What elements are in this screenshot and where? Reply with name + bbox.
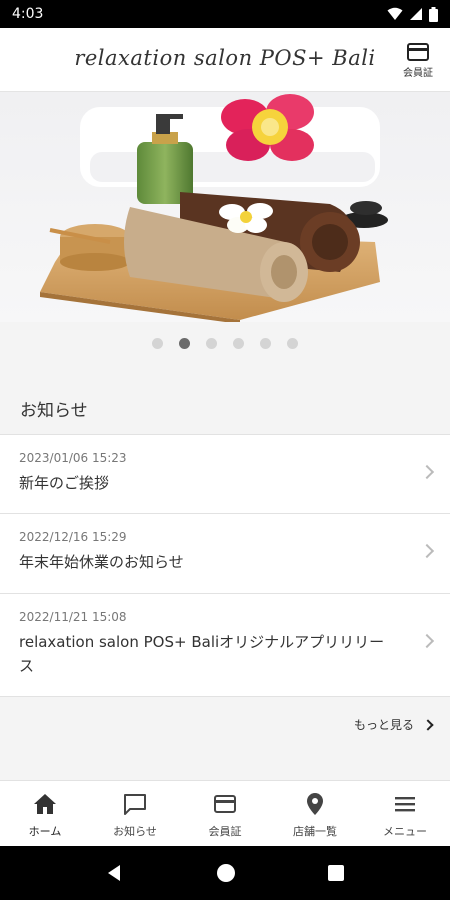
news-date: 2022/12/16 15:29 [19, 530, 127, 544]
system-nav-bar [0, 846, 450, 900]
status-bar: 4:03 [0, 0, 450, 28]
news-item[interactable]: 2023/01/06 15:23 新年のご挨拶 [0, 435, 450, 514]
nav-menu-label: メニュー [383, 825, 427, 838]
more-news-link[interactable]: もっと見る [353, 716, 434, 733]
status-time: 4:03 [12, 6, 44, 22]
recents-icon[interactable] [327, 864, 345, 882]
menu-icon [395, 797, 415, 812]
news-date: 2022/11/21 15:08 [19, 610, 127, 624]
hero-image [0, 92, 450, 322]
chat-icon [124, 794, 146, 815]
home-circle-icon[interactable] [216, 863, 236, 883]
news-date: 2023/01/06 15:23 [19, 451, 127, 465]
chevron-right-icon [419, 464, 435, 480]
bottom-nav: ホーム お知らせ 会員証 店舗一覧 メニュー [0, 780, 450, 846]
chevron-right-icon [419, 633, 435, 649]
back-icon[interactable] [105, 863, 125, 883]
nav-stores-label: 店舗一覧 [293, 825, 337, 838]
card-icon [214, 795, 236, 813]
nav-home[interactable]: ホーム [0, 781, 90, 846]
news-title: 新年のご挨拶 [19, 474, 110, 492]
nav-stores[interactable]: 店舗一覧 [270, 781, 360, 846]
nav-news[interactable]: お知らせ [90, 781, 180, 846]
brand-logo: relaxation salon POS+ Bali [74, 46, 376, 70]
card-icon [407, 43, 429, 61]
chevron-right-icon [419, 543, 435, 559]
chevron-right-icon [422, 718, 434, 731]
nav-menu[interactable]: メニュー [360, 781, 450, 846]
nav-home-label: ホーム [28, 825, 62, 838]
location-icon [307, 793, 323, 815]
hero-carousel[interactable] [0, 92, 450, 322]
news-title: 年末年始休業のお知らせ [19, 553, 184, 571]
carousel-dot[interactable] [206, 338, 217, 349]
nav-member-card[interactable]: 会員証 [180, 781, 270, 846]
nav-member-card-label: 会員証 [208, 825, 242, 838]
member-card-label: 会員証 [403, 68, 433, 79]
wifi-icon [387, 7, 403, 20]
app-header: relaxation salon POS+ Bali 会員証 [0, 28, 450, 92]
home-icon [34, 794, 56, 814]
news-item[interactable]: 2022/11/21 15:08 relaxation salon POS+ B… [0, 594, 450, 697]
carousel-dot[interactable] [152, 338, 163, 349]
carousel-dot[interactable] [233, 338, 244, 349]
carousel-dot[interactable] [179, 338, 190, 349]
carousel-dot[interactable] [287, 338, 298, 349]
news-item[interactable]: 2022/12/16 15:29 年末年始休業のお知らせ [0, 514, 450, 594]
news-section-title: お知らせ [20, 401, 88, 421]
nav-news-label: お知らせ [113, 825, 157, 838]
carousel-indicator [0, 338, 450, 349]
news-list: 2023/01/06 15:23 新年のご挨拶 2022/12/16 15:29… [0, 434, 450, 697]
member-card-button[interactable]: 会員証 [398, 42, 438, 82]
carousel-dot[interactable] [260, 338, 271, 349]
news-title: relaxation salon POS+ Baliオリジナルアプリリリース [19, 633, 385, 675]
battery-icon [429, 6, 438, 22]
more-news-label: もっと見る [353, 718, 414, 732]
cell-signal-icon [410, 8, 422, 20]
